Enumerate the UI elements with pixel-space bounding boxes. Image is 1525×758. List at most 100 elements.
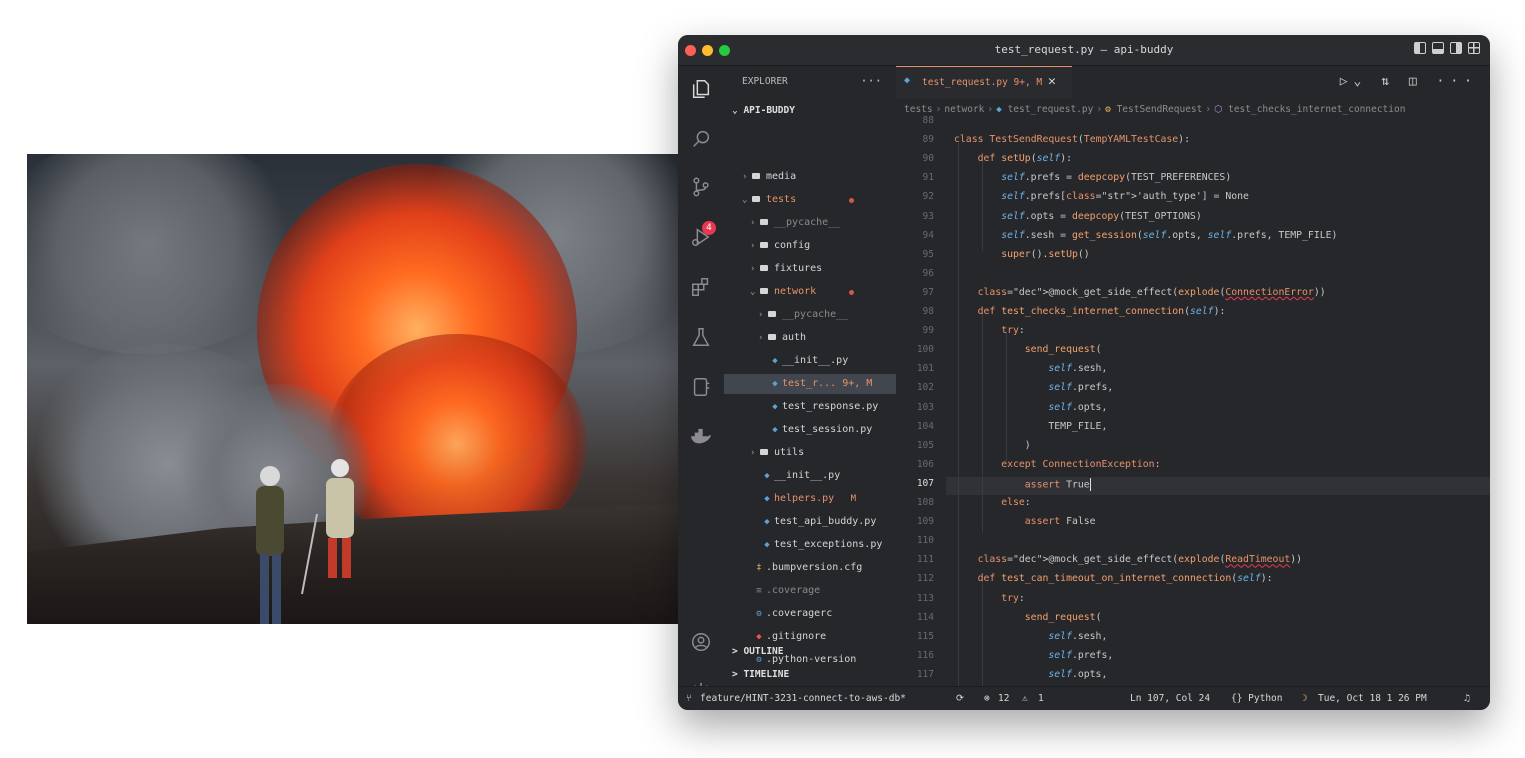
folder-item[interactable]: ⌄ tests [724, 190, 896, 210]
title-bar: test_request.py — api-buddy [678, 35, 1490, 66]
folder-item[interactable]: › config [724, 236, 896, 256]
code-line[interactable]: self.prefs = deepcopy(TEST_PREFERENCES) [954, 172, 1231, 183]
customize-layout-icon[interactable] [1468, 42, 1480, 54]
code-line[interactable]: try: [954, 593, 1025, 604]
code-line[interactable]: self.sesh = get_session(self.opts, self.… [954, 230, 1337, 241]
folder-item[interactable]: › __pycache__ [724, 213, 896, 233]
file-item[interactable]: ‡ .bumpversion.cfg [724, 558, 896, 578]
code-line[interactable]: send_request( [954, 344, 1102, 355]
file-item[interactable]: ◆ test_api_buddy.py [724, 512, 896, 532]
code-line[interactable]: def test_can_timeout_on_internet_connect… [954, 573, 1273, 584]
code-line[interactable]: try: [954, 325, 1025, 336]
code-line[interactable]: assert False [954, 516, 1096, 527]
code-line[interactable]: self.opts, [954, 402, 1107, 413]
tree-item-label: .coveragerc [766, 608, 833, 619]
code-line[interactable]: TEMP_FILE, [954, 421, 1107, 432]
branch-icon: ⑂ [686, 693, 692, 704]
folder-item[interactable]: › fixtures [724, 259, 896, 279]
file-item[interactable]: ≡ .coverage [724, 581, 896, 601]
code-line[interactable]: class="dec">@mock_get_side_effect(explod… [954, 287, 1326, 298]
sync-icon[interactable]: ⟳ [956, 687, 964, 710]
notebook-icon[interactable] [690, 376, 712, 398]
file-item[interactable]: ◆ test_session.py [724, 420, 896, 440]
source-control-icon[interactable] [690, 176, 712, 198]
cursor-position[interactable]: Ln 107, Col 24 [1130, 687, 1210, 710]
file-item[interactable]: ⚙ .coveragerc [724, 604, 896, 624]
file-item[interactable]: ◆ test_r... 9+, M [724, 374, 896, 394]
run-debug-icon[interactable] [690, 226, 712, 248]
file-item[interactable]: ◆ test_exceptions.py [724, 535, 896, 555]
toggle-secondary-sidebar-icon[interactable] [1450, 42, 1462, 54]
docker-icon[interactable] [690, 426, 712, 448]
code-line[interactable]: self.sesh, [954, 631, 1107, 642]
outline-section[interactable]: > OUTLINE [732, 646, 784, 657]
settings-file-icon: ⚙ [756, 609, 762, 619]
close-tab-icon[interactable]: ✕ [1048, 74, 1056, 89]
chevron-down-icon: ⌄ [742, 195, 748, 205]
code-line[interactable]: send_request( [954, 612, 1102, 623]
folder-item[interactable]: › media [724, 167, 896, 187]
breadcrumb-item[interactable]: tests [904, 104, 933, 115]
code-line[interactable]: class TestSendRequest(TempYAMLTestCase): [954, 134, 1190, 145]
breadcrumb-item[interactable]: test_request.py [1008, 104, 1094, 115]
clock-status[interactable]: Tue, Oct 18 1 26 PM [1318, 687, 1427, 710]
toggle-sidebar-icon[interactable] [1414, 42, 1426, 54]
language-mode[interactable]: {} Python [1231, 687, 1282, 710]
class-symbol-icon: ⚙ [1105, 104, 1117, 115]
folder-item[interactable]: › __pycache__ [724, 305, 896, 325]
breadcrumb-item[interactable]: network [944, 104, 984, 115]
code-line[interactable]: self.opts, [954, 669, 1107, 680]
testing-icon[interactable] [690, 326, 712, 348]
python-file-icon: ◆ [764, 471, 770, 481]
tree-item-label: __init__.py [774, 470, 841, 481]
line-number: 98 [922, 306, 934, 317]
extensions-icon[interactable] [690, 276, 712, 298]
code-line[interactable]: except ConnectionException: [954, 459, 1160, 470]
tree-item-label: test_session.py [782, 424, 873, 435]
folder-item[interactable]: › utils [724, 443, 896, 463]
line-number: 101 [916, 363, 934, 375]
chevron-down-icon: ⌄ [750, 287, 756, 297]
folder-item[interactable]: › auth [724, 328, 896, 348]
editor-actions[interactable]: ▷⌄ ⇅ ◫ ··· [1340, 74, 1478, 89]
explorer-more-actions-icon[interactable]: ··· [860, 74, 882, 88]
workspace-root[interactable]: ⌄ API-BUDDY [732, 105, 795, 116]
code-line[interactable]: self.prefs[class="str">'auth_type'] = No… [954, 191, 1249, 202]
python-file-icon: ◆ [772, 402, 778, 412]
file-item[interactable]: ◆ helpers.py M [724, 489, 896, 509]
line-number: 113 [916, 592, 934, 604]
breadcrumb-item[interactable]: test_checks_internet_connection [1228, 104, 1405, 115]
code-line[interactable]: self.opts = deepcopy(TEST_OPTIONS) [954, 211, 1202, 222]
warning-count[interactable]: 1 [1038, 687, 1044, 710]
code-editor[interactable]: class TestSendRequest(TempYAMLTestCase):… [946, 121, 1476, 687]
file-item[interactable]: ◆ __init__.py [724, 351, 896, 371]
git-branch[interactable]: feature/HINT-3231-connect-to-aws-db* [700, 687, 906, 710]
clock-icon: ☽ [1302, 693, 1308, 704]
explorer-icon[interactable] [690, 78, 712, 100]
file-item[interactable]: ◆ .gitignore [724, 627, 896, 647]
error-icon: ⊗ [984, 693, 990, 704]
breadcrumb-item[interactable]: TestSendRequest [1117, 104, 1203, 115]
line-number: 107 [916, 477, 934, 489]
error-count[interactable]: 12 [998, 687, 1009, 710]
code-line[interactable]: assert True [954, 477, 1091, 491]
code-line[interactable]: self.prefs, [954, 382, 1113, 393]
account-icon[interactable] [690, 631, 712, 653]
notifications-bell-icon[interactable]: ♫ [1464, 687, 1470, 710]
file-item[interactable]: ◆ __init__.py [724, 466, 896, 486]
folder-item[interactable]: ⌄ network [724, 282, 896, 302]
code-line[interactable]: self.prefs, [954, 650, 1113, 661]
code-line[interactable]: class="dec">@mock_get_side_effect(explod… [954, 554, 1302, 565]
code-line[interactable]: self.sesh, [954, 363, 1107, 374]
file-item[interactable]: ◆ test_response.py [724, 397, 896, 417]
code-line[interactable]: def setUp(self): [954, 153, 1072, 164]
chevron-right-icon: › [750, 264, 756, 274]
search-icon[interactable] [690, 128, 712, 150]
code-line[interactable]: ) [954, 440, 1031, 451]
tab-test-request[interactable]: ◆ test_request.py 9+, M ✕ [896, 66, 1072, 99]
timeline-section[interactable]: > TIMELINE [732, 669, 789, 680]
code-line[interactable]: else: [954, 497, 1031, 508]
code-line[interactable]: def test_checks_internet_connection(self… [954, 306, 1226, 317]
code-line[interactable]: super().setUp() [954, 249, 1090, 260]
toggle-panel-icon[interactable] [1432, 42, 1444, 54]
